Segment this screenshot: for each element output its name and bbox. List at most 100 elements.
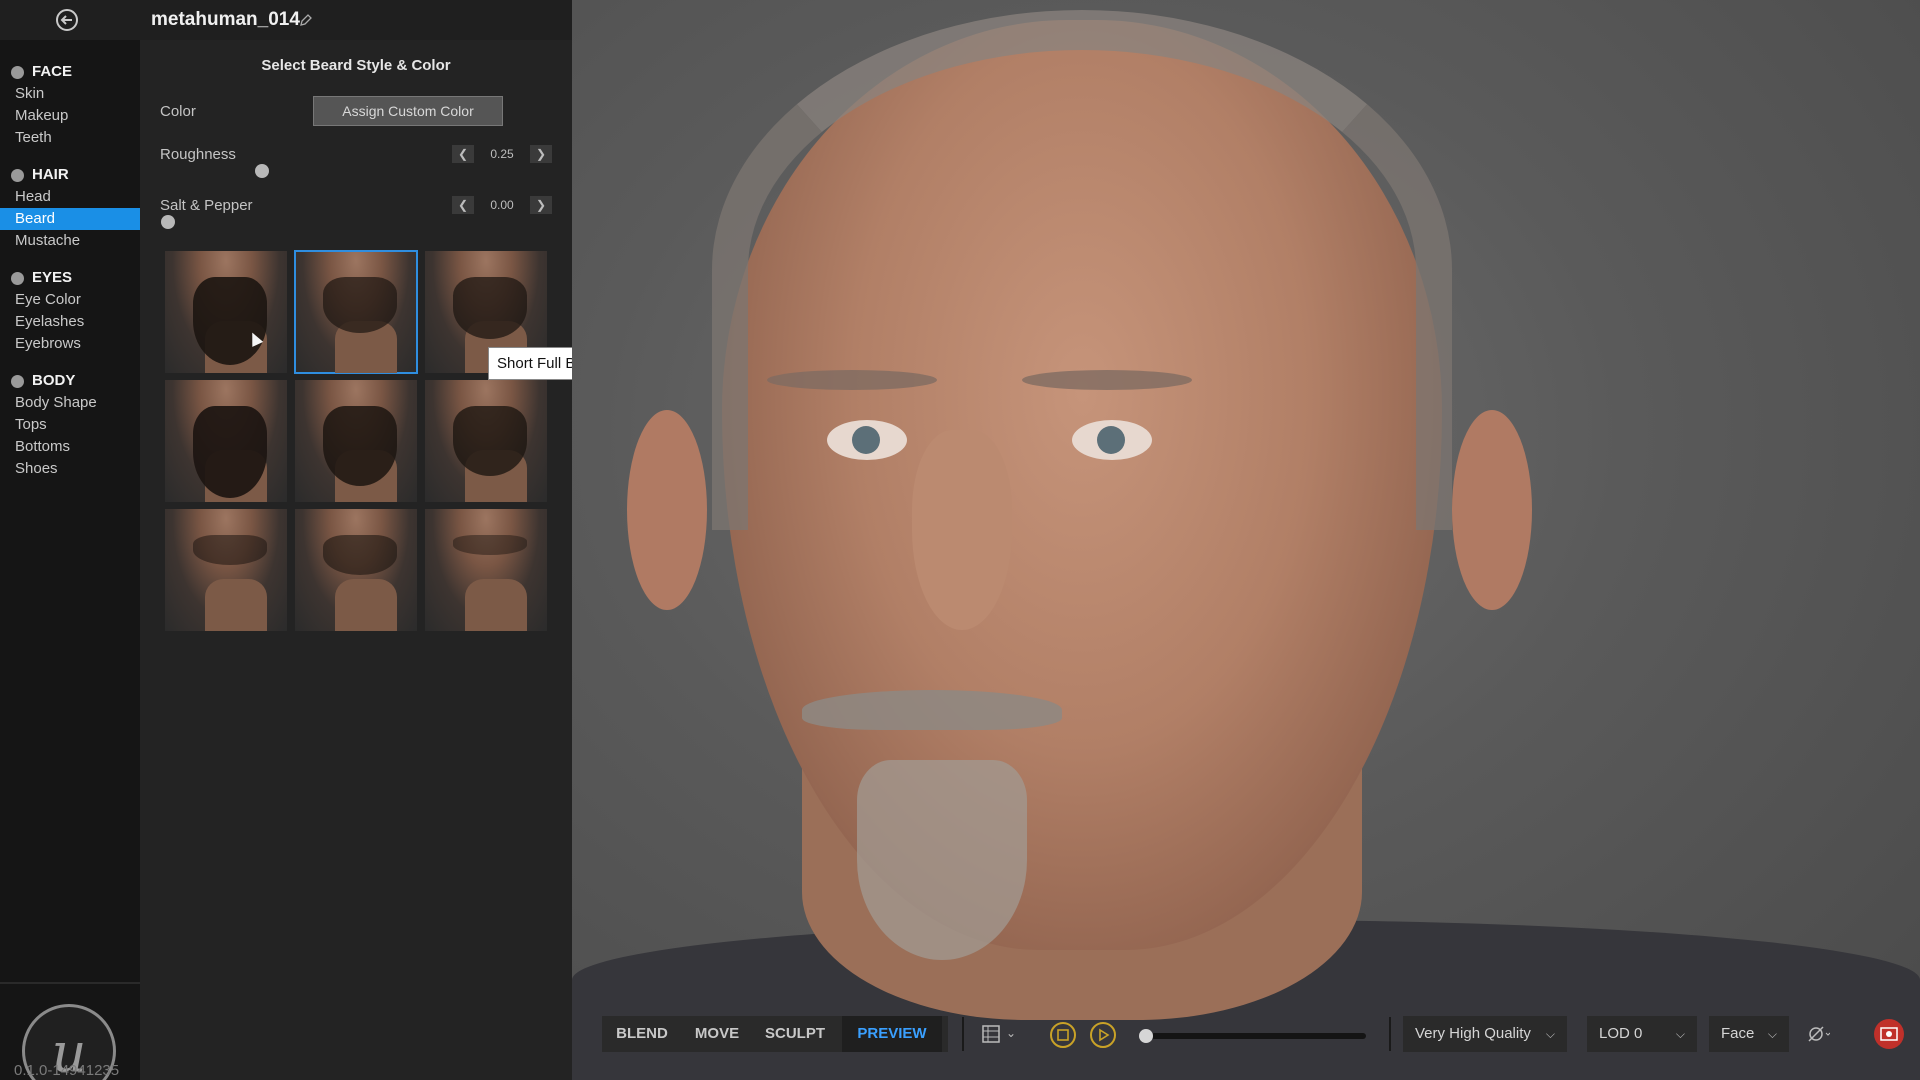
chevron-down-icon[interactable]: ⌄ — [1006, 1026, 1016, 1040]
nav-heading-body[interactable]: BODY — [0, 370, 140, 392]
beard-style-thumbnail[interactable] — [425, 380, 547, 502]
sidebar-divider — [0, 982, 140, 984]
color-label: Color — [160, 103, 196, 120]
toolbar-divider — [1389, 1017, 1391, 1051]
viewport-toolbar: BLEND MOVE SCULPT PREVIEW ⌄ Very High Qu… — [596, 1013, 1908, 1055]
quality-dropdown[interactable]: Very High Quality ⌵ — [1403, 1016, 1567, 1052]
sidebar-item-mustache[interactable]: Mustache — [0, 230, 140, 252]
thumbnail-beard — [193, 277, 267, 365]
quality-value: Very High Quality — [1415, 1025, 1531, 1042]
beard-style-thumbnail[interactable] — [295, 380, 417, 502]
sidebar-item-head[interactable]: Head — [0, 186, 140, 208]
nav-section-body: BODY Body Shape Tops Bottoms Shoes — [0, 370, 140, 480]
nav-section-eyes: EYES Eye Color Eyelashes Eyebrows — [0, 267, 140, 355]
thumbnail-beard — [193, 535, 267, 565]
sidebar-item-beard[interactable]: Beard — [0, 208, 140, 230]
sidebar-item-eyebrows[interactable]: Eyebrows — [0, 333, 140, 355]
right-ear — [1452, 410, 1532, 610]
timeline-slider-knob[interactable] — [1139, 1029, 1153, 1043]
sidebar-item-body-shape[interactable]: Body Shape — [0, 392, 140, 414]
body-icon — [11, 375, 24, 388]
chevron-left-icon[interactable]: ❮ — [452, 145, 474, 163]
beard-style-thumbnail[interactable] — [165, 380, 287, 502]
lod-dropdown[interactable]: LOD 0 ⌵ — [1587, 1016, 1697, 1052]
goatee — [857, 760, 1027, 960]
mode-blend-button[interactable]: BLEND — [602, 1016, 682, 1052]
roughness-label: Roughness — [160, 146, 236, 163]
stop-icon[interactable] — [1050, 1022, 1076, 1048]
thumbnail-beard — [453, 406, 527, 476]
beard-style-thumbnail[interactable] — [295, 509, 417, 631]
right-eyebrow — [1022, 370, 1192, 390]
thumbnail-beard — [323, 535, 397, 575]
version-label: 0.1.0-14941235 — [14, 1062, 120, 1079]
chevron-down-icon: ⌵ — [1675, 1027, 1685, 1041]
lighting-icon[interactable] — [1806, 1024, 1831, 1049]
sidebar-item-makeup[interactable]: Makeup — [0, 105, 140, 127]
frame-icon[interactable] — [981, 1024, 1001, 1049]
assign-custom-color-button[interactable]: Assign Custom Color — [313, 96, 503, 126]
mustache — [802, 690, 1062, 730]
mode-move-button[interactable]: MOVE — [682, 1016, 752, 1052]
chevron-down-icon: ⌵ — [1545, 1027, 1555, 1041]
character-viewport[interactable] — [572, 0, 1920, 1080]
beard-panel: Select Beard Style & Color Color Assign … — [140, 40, 572, 1080]
eyes-icon — [11, 272, 24, 285]
left-eye — [827, 420, 907, 460]
roughness-value: 0.25 — [490, 147, 514, 161]
thumbnail-beard — [323, 406, 397, 486]
beard-style-thumbnail[interactable] — [294, 250, 418, 374]
nav-heading-eyes[interactable]: EYES — [0, 267, 140, 289]
left-ear — [627, 410, 707, 610]
nose — [912, 430, 1012, 630]
sidebar-item-eye-color[interactable]: Eye Color — [0, 289, 140, 311]
roughness-stepper: ❮ 0.25 ❯ — [452, 145, 552, 163]
toolbar-divider — [962, 1017, 964, 1051]
sidebar-item-eyelashes[interactable]: Eyelashes — [0, 311, 140, 333]
lod-value: LOD 0 — [1599, 1025, 1643, 1042]
right-eye — [1072, 420, 1152, 460]
roughness-slider-knob[interactable] — [255, 164, 269, 178]
nav-heading-label: FACE — [32, 63, 73, 80]
camera-dropdown[interactable]: Face ⌵ — [1709, 1016, 1789, 1052]
thumbnail-beard — [453, 535, 527, 555]
nav-heading-label: EYES — [32, 269, 73, 286]
beard-style-thumbnail[interactable] — [425, 509, 547, 631]
project-name: metahuman_014 — [151, 9, 300, 30]
screenshot-icon[interactable] — [1870, 1016, 1908, 1052]
nav-heading-hair[interactable]: HAIR — [0, 164, 140, 186]
chevron-right-icon[interactable]: ❯ — [530, 145, 552, 163]
nav-section-hair: HAIR Head Beard Mustache — [0, 164, 140, 252]
sidebar-item-bottoms[interactable]: Bottoms — [0, 436, 140, 458]
salt-pepper-slider-knob[interactable] — [161, 215, 175, 229]
sidebar-item-teeth[interactable]: Teeth — [0, 127, 140, 149]
chevron-right-icon[interactable]: ❯ — [530, 196, 552, 214]
mode-switcher: BLEND MOVE SCULPT PREVIEW — [602, 1016, 948, 1052]
nav-section-face: FACE Skin Makeup Teeth — [0, 61, 140, 149]
thumbnail-beard — [323, 277, 397, 333]
camera-value: Face — [1721, 1025, 1755, 1042]
thumbnail-beard — [453, 277, 527, 339]
sidebar-item-skin[interactable]: Skin — [0, 83, 140, 105]
back-arrow-icon[interactable] — [56, 9, 78, 31]
beard-style-thumbnail[interactable] — [165, 509, 287, 631]
thumbnail-neck — [205, 579, 267, 631]
play-icon[interactable] — [1090, 1022, 1116, 1048]
left-eyebrow — [767, 370, 937, 390]
salt-pepper-stepper: ❮ 0.00 ❯ — [452, 196, 552, 214]
hair-icon — [11, 169, 24, 182]
top-bar: metahuman_014 — [0, 0, 572, 40]
thumbnail-neck — [465, 579, 527, 631]
beard-style-thumbnail[interactable] — [165, 251, 287, 373]
chevron-down-icon: ⌵ — [1767, 1027, 1777, 1041]
nav-heading-face[interactable]: FACE — [0, 61, 140, 83]
mode-sculpt-button[interactable]: SCULPT — [752, 1016, 838, 1052]
panel-title: Select Beard Style & Color — [261, 57, 451, 74]
thumbnail-beard — [193, 406, 267, 498]
chevron-left-icon[interactable]: ❮ — [452, 196, 474, 214]
mode-preview-button[interactable]: PREVIEW — [842, 1016, 942, 1052]
pencil-icon[interactable] — [299, 13, 313, 27]
timeline-slider[interactable] — [1151, 1033, 1366, 1039]
sidebar-item-shoes[interactable]: Shoes — [0, 458, 140, 480]
sidebar-item-tops[interactable]: Tops — [0, 414, 140, 436]
